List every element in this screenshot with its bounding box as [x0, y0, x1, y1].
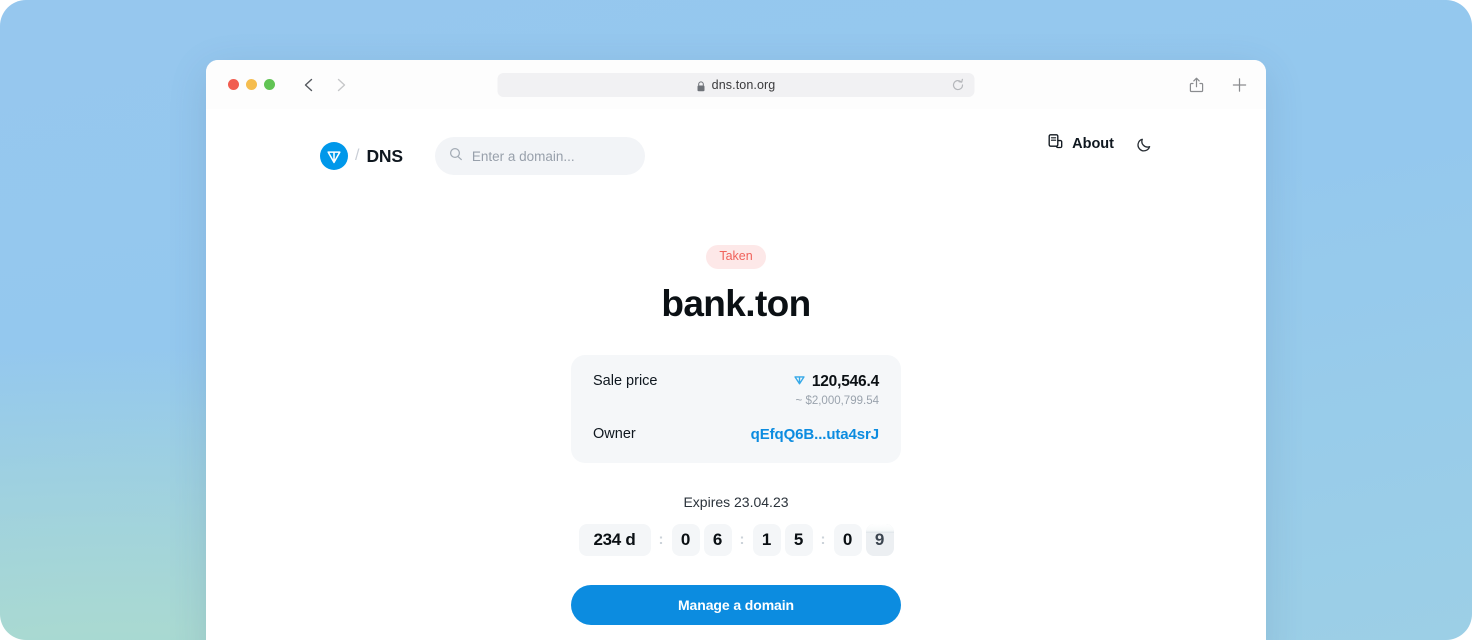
- countdown-separator: :: [820, 531, 826, 548]
- countdown-separator: :: [658, 531, 664, 548]
- minimize-window-button[interactable]: [246, 79, 257, 90]
- countdown-seconds: 0 9: [833, 523, 894, 556]
- document-icon: [1047, 133, 1064, 155]
- reload-icon[interactable]: [952, 78, 965, 91]
- countdown-hours-digit-2: 6: [703, 523, 732, 556]
- owner-label: Owner: [593, 426, 636, 442]
- owner-row: Owner qEfqQ6B...uta4srJ: [593, 426, 879, 443]
- countdown-timer: 234 d : 0 6 : 1 5 : 0 9: [578, 523, 894, 556]
- web-page: / DNS Enter a domain... About Taken bank…: [206, 109, 1266, 640]
- back-button[interactable]: [301, 77, 317, 93]
- ton-diamond-icon: [793, 373, 806, 391]
- owner-address-link[interactable]: qEfqQ6B...uta4srJ: [751, 426, 879, 443]
- address-bar[interactable]: dns.ton.org: [497, 72, 975, 97]
- header-actions: About: [1047, 129, 1153, 159]
- about-label: About: [1072, 136, 1114, 152]
- brand-logo[interactable]: / DNS: [320, 142, 403, 170]
- sale-price-usd: ~ $2,000,799.54: [795, 394, 879, 407]
- countdown-seconds-digit-2: 9: [865, 523, 894, 556]
- share-icon[interactable]: [1188, 76, 1205, 93]
- countdown-days: 234 d: [578, 523, 651, 556]
- countdown-minutes-digit-1: 1: [752, 523, 781, 556]
- countdown-separator: :: [739, 531, 745, 548]
- sale-price-value-group: 120,546.4 ~ $2,000,799.54: [793, 373, 879, 407]
- browser-window: dns.ton.org / DNS Enter a domain... Abou…: [206, 60, 1266, 640]
- window-controls: [228, 79, 275, 90]
- sale-price-row: Sale price 120,546.4 ~ $2,000,799.54: [593, 373, 879, 407]
- search-placeholder: Enter a domain...: [471, 148, 575, 164]
- brand-separator: /: [355, 147, 360, 164]
- countdown-hours: 0 6: [671, 523, 732, 556]
- brand-name: DNS: [366, 145, 403, 166]
- countdown-hours-digit-1: 0: [671, 523, 700, 556]
- maximize-window-button[interactable]: [264, 79, 275, 90]
- countdown-minutes: 1 5: [752, 523, 813, 556]
- browser-toolbar: dns.ton.org: [206, 60, 1266, 109]
- about-link[interactable]: About: [1047, 133, 1114, 155]
- page-title: bank.ton: [661, 282, 811, 324]
- status-badge: Taken: [706, 245, 766, 269]
- countdown-seconds-digit-1: 0: [833, 523, 862, 556]
- plus-icon[interactable]: [1231, 76, 1248, 93]
- domain-info-card: Sale price 120,546.4 ~ $2,000,799.54 Own…: [571, 354, 901, 463]
- navigation-buttons: [301, 77, 349, 93]
- forward-button[interactable]: [333, 77, 349, 93]
- desktop-background: dns.ton.org / DNS Enter a domain... Abou…: [0, 0, 1472, 640]
- domain-detail: Taken bank.ton Sale price 120,546.4 ~ $2…: [206, 183, 1266, 640]
- close-window-button[interactable]: [228, 79, 239, 90]
- lock-icon: [697, 79, 706, 92]
- sale-price-value: 120,546.4: [811, 372, 879, 390]
- sale-price-label: Sale price: [593, 372, 658, 389]
- moon-icon[interactable]: [1136, 136, 1153, 153]
- expires-label: Expires 23.04.23: [683, 493, 789, 510]
- url-text: dns.ton.org: [711, 77, 776, 92]
- site-header: / DNS Enter a domain... About: [206, 109, 1266, 183]
- manage-domain-button[interactable]: Manage a domain: [571, 584, 901, 625]
- ton-logo-icon: [320, 142, 348, 170]
- toolbar-actions: [1188, 76, 1248, 93]
- countdown-minutes-digit-2: 5: [784, 523, 813, 556]
- search-icon: [449, 147, 463, 166]
- search-input[interactable]: Enter a domain...: [434, 137, 645, 175]
